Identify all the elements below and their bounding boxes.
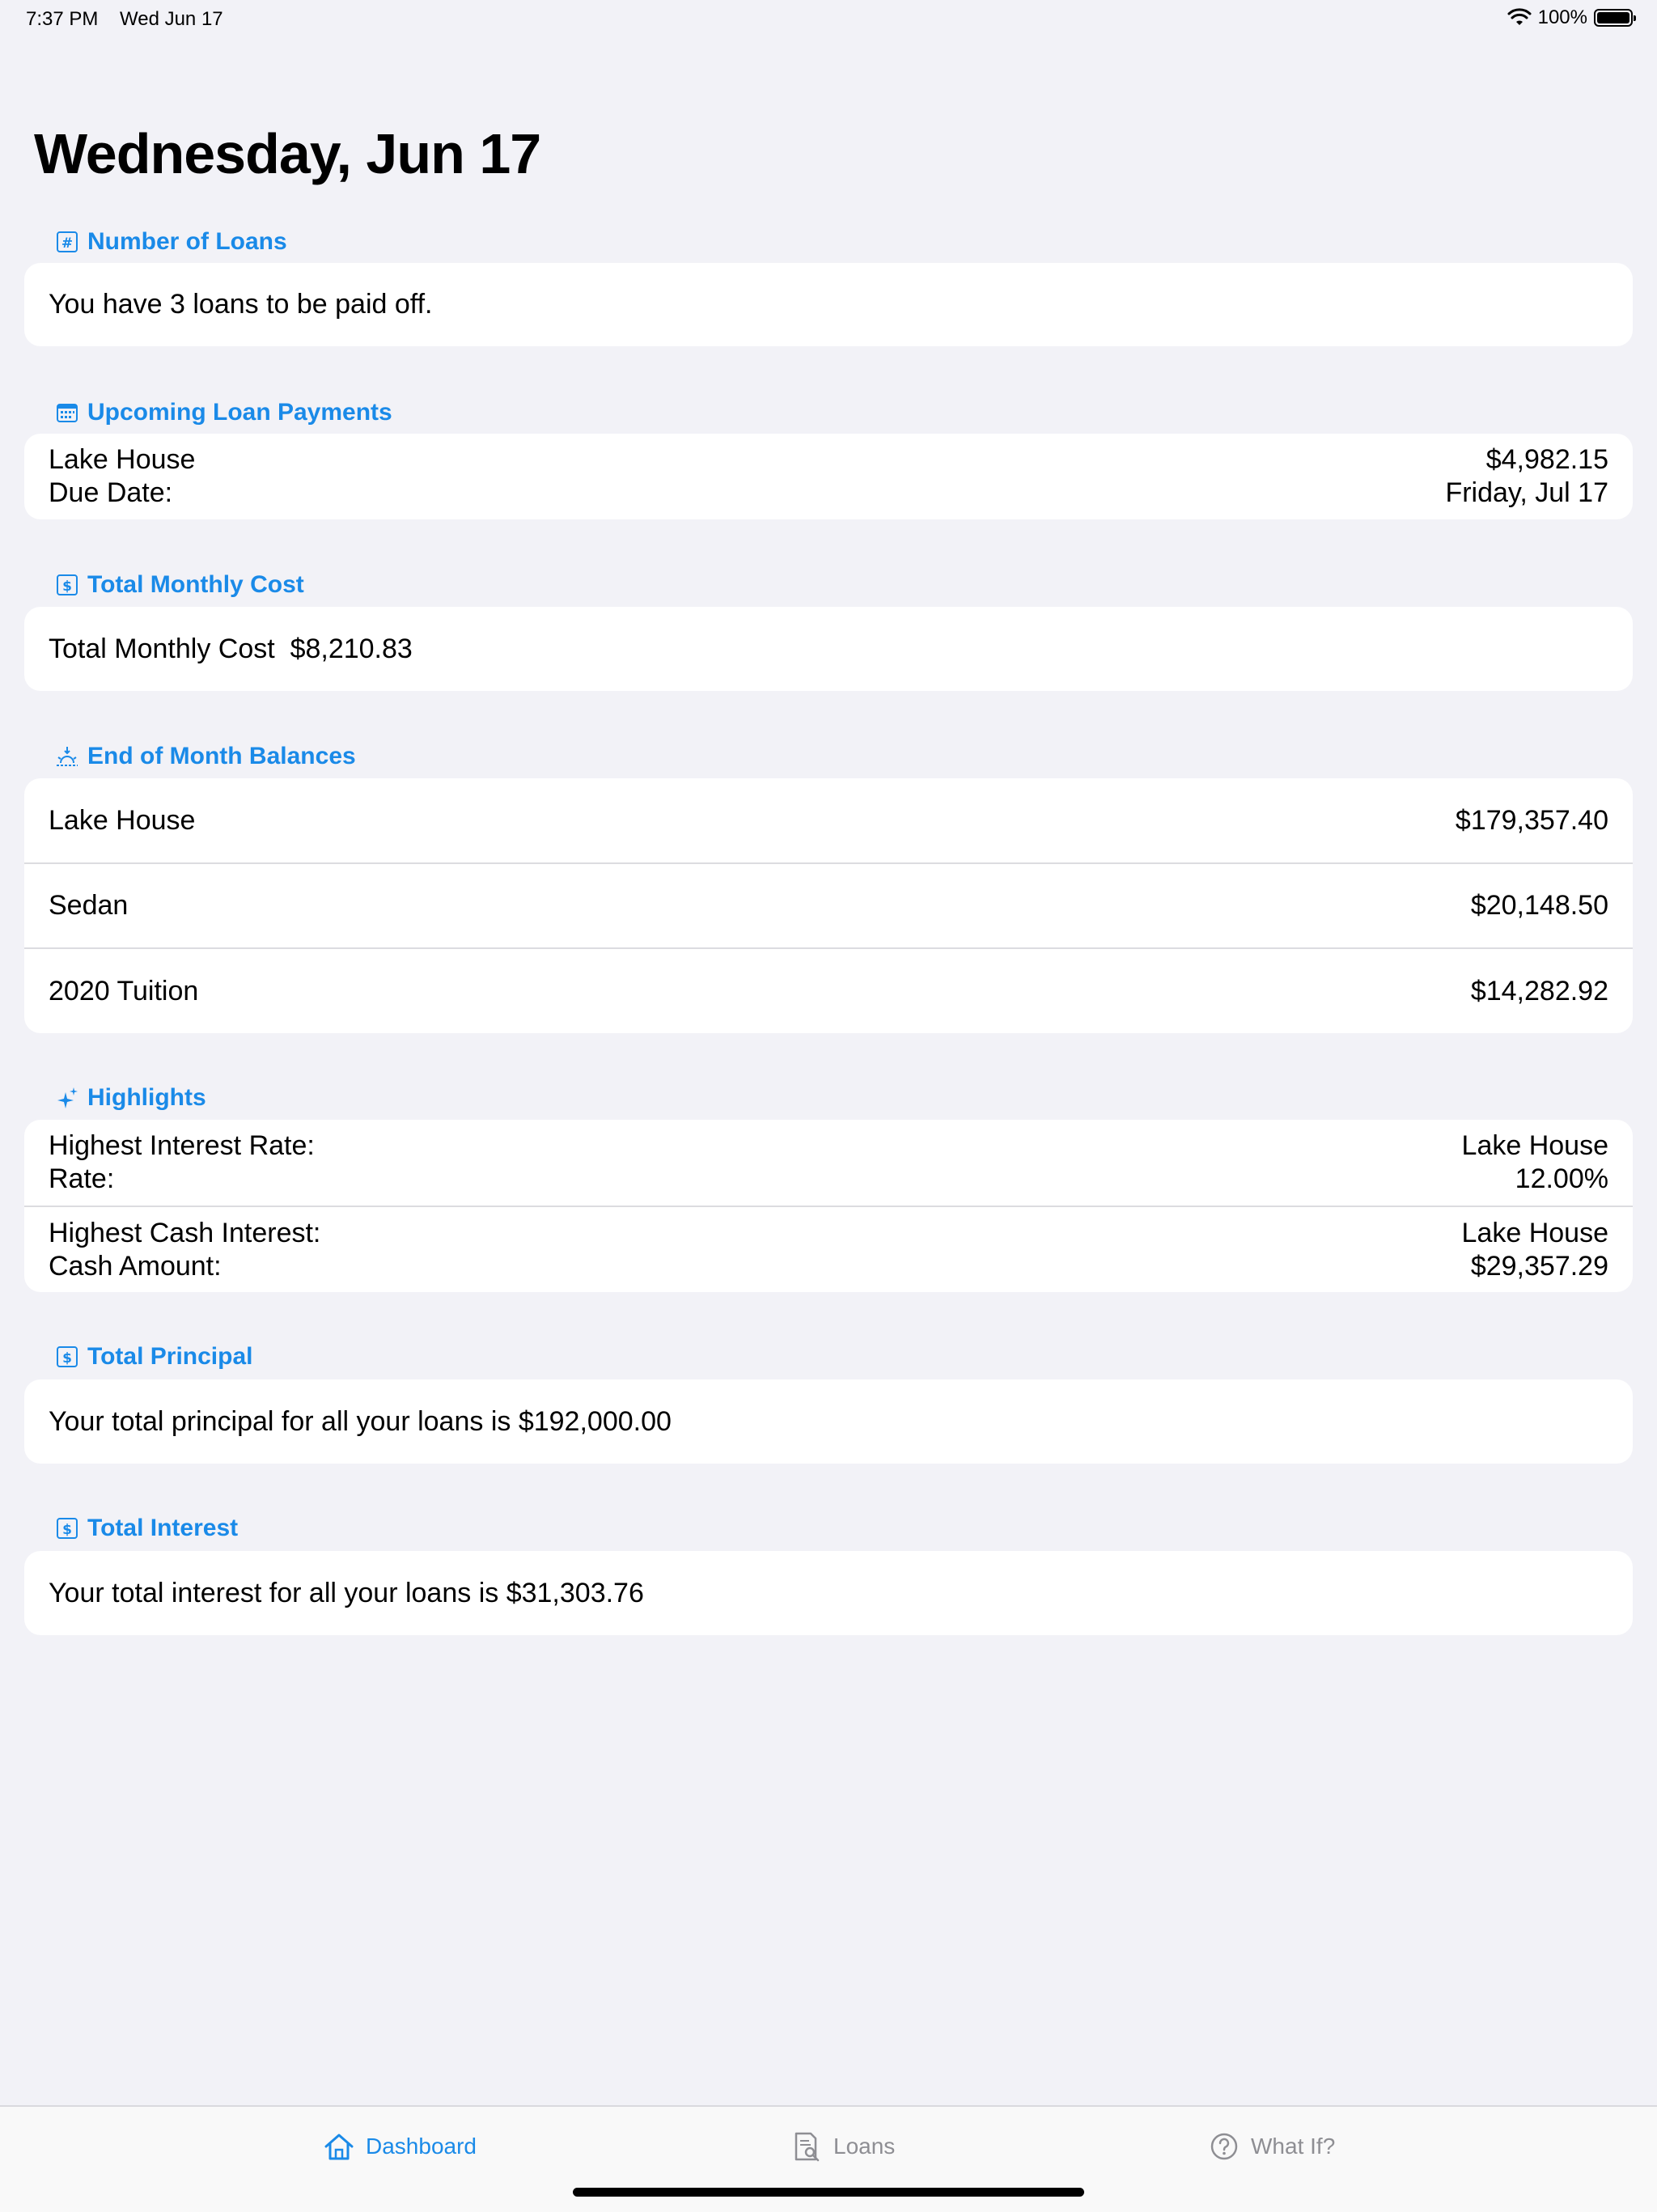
balance-loan-name: Sedan [49, 890, 129, 921]
tab-loans[interactable]: Loans [791, 2131, 895, 2162]
highlight-label: Highest Cash Interest: [49, 1217, 321, 1248]
due-date-label: Due Date: [49, 477, 173, 508]
svg-text:$: $ [62, 578, 72, 595]
highlight-label: Cash Amount: [49, 1250, 222, 1282]
page-title: Wednesday, Jun 17 [34, 122, 541, 185]
total-principal-row: Your total principal for all your loans … [24, 1379, 1633, 1464]
tab-label: Loans [833, 2134, 896, 2159]
section-header-highlights: Highlights [55, 1084, 206, 1112]
dollar-icon: $ [57, 1346, 78, 1367]
status-right: 100% [1507, 6, 1636, 29]
section-header-end-of-month: End of Month Balances [55, 743, 356, 770]
highlight-label: Rate: [49, 1163, 115, 1194]
total-interest-text: Your total interest for all your loans i… [49, 1577, 644, 1608]
section-title: Total Principal [87, 1343, 253, 1370]
highlight-value: Lake House [1461, 1130, 1608, 1161]
home-indicator [573, 2188, 1084, 2197]
total-interest-row: Your total interest for all your loans i… [24, 1551, 1633, 1635]
upcoming-payments-card: Lake House Due Date: $4,982.15 Friday, J… [24, 434, 1633, 519]
section-title: Highlights [87, 1084, 206, 1111]
total-interest-card: Your total interest for all your loans i… [24, 1551, 1633, 1635]
calendar-icon [57, 404, 78, 422]
number-of-loans-row: You have 3 loans to be paid off. [24, 263, 1633, 346]
highlight-row: Highest Interest Rate: Rate: Lake House … [24, 1120, 1633, 1206]
number-of-loans-text: You have 3 loans to be paid off. [49, 289, 433, 320]
balance-value: $179,357.40 [1455, 804, 1608, 836]
highlights-card: Highest Interest Rate: Rate: Lake House … [24, 1120, 1633, 1292]
highlight-value: $29,357.29 [1470, 1250, 1608, 1282]
number-icon: # [57, 231, 78, 252]
question-circle-icon [1210, 2133, 1238, 2160]
sparkles-icon [57, 1087, 78, 1108]
tab-dashboard[interactable]: Dashboard [324, 2131, 477, 2162]
total-monthly-cost-row: Total Monthly Cost $8,210.83 [24, 607, 1633, 691]
balance-loan-name: 2020 Tuition [49, 975, 199, 1006]
balance-loan-name: Lake House [49, 804, 196, 836]
total-principal-text: Your total principal for all your loans … [49, 1405, 672, 1437]
battery-level [1597, 12, 1629, 23]
highlight-label: Highest Interest Rate: [49, 1130, 315, 1161]
balance-row: 2020 Tuition $14,282.92 [24, 947, 1633, 1033]
tab-label: What If? [1251, 2134, 1336, 2159]
dollar-icon: $ [57, 574, 78, 595]
battery-percent: 100% [1537, 6, 1587, 28]
number-of-loans-card: You have 3 loans to be paid off. [24, 263, 1633, 346]
upcoming-payment-row: Lake House Due Date: $4,982.15 Friday, J… [24, 434, 1633, 519]
section-title: Upcoming Loan Payments [87, 399, 392, 426]
dollar-icon: $ [57, 1518, 78, 1539]
section-header-upcoming-payments: Upcoming Loan Payments [55, 399, 392, 426]
status-date: Wed Jun 17 [120, 8, 223, 30]
section-title: End of Month Balances [87, 743, 356, 769]
end-of-month-card: Lake House $179,357.40 Sedan $20,148.50 … [24, 778, 1633, 1033]
section-title: Total Interest [87, 1515, 239, 1541]
balance-row: Sedan $20,148.50 [24, 862, 1633, 947]
wifi-icon [1507, 8, 1532, 25]
total-principal-card: Your total principal for all your loans … [24, 1379, 1633, 1464]
svg-text:$: $ [62, 1350, 72, 1367]
document-search-icon [795, 2132, 820, 2162]
total-monthly-cost-card: Total Monthly Cost $8,210.83 [24, 607, 1633, 691]
battery-icon [1594, 9, 1636, 27]
status-bar: 7:37 PM Wed Jun 17 100% [0, 0, 1657, 39]
section-header-total-interest: $ Total Interest [55, 1515, 238, 1542]
svg-text:#: # [61, 235, 73, 252]
total-monthly-cost-text: Total Monthly Cost $8,210.83 [49, 633, 413, 664]
balance-row: Lake House $179,357.40 [24, 778, 1633, 862]
section-header-total-principal: $ Total Principal [55, 1343, 252, 1371]
section-title: Total Monthly Cost [87, 571, 304, 598]
highlight-value: 12.00% [1515, 1163, 1608, 1194]
section-header-total-monthly-cost: $ Total Monthly Cost [55, 571, 304, 599]
balance-value: $14,282.92 [1470, 975, 1608, 1006]
tab-label: Dashboard [366, 2134, 477, 2159]
balance-value: $20,148.50 [1470, 890, 1608, 921]
section-title: Number of Loans [87, 228, 287, 255]
highlight-value: Lake House [1461, 1217, 1608, 1248]
house-icon [324, 2134, 354, 2160]
section-header-number-of-loans: # Number of Loans [55, 228, 287, 256]
tab-what-if[interactable]: What If? [1209, 2131, 1335, 2162]
status-time: 7:37 PM [26, 8, 99, 30]
svg-text:$: $ [62, 1522, 72, 1538]
sunset-icon [57, 747, 78, 766]
upcoming-loan-name: Lake House [49, 444, 196, 475]
due-date-value: Friday, Jul 17 [1445, 477, 1608, 508]
upcoming-payment-amount: $4,982.15 [1485, 444, 1608, 475]
highlight-row: Highest Cash Interest: Cash Amount: Lake… [24, 1206, 1633, 1292]
